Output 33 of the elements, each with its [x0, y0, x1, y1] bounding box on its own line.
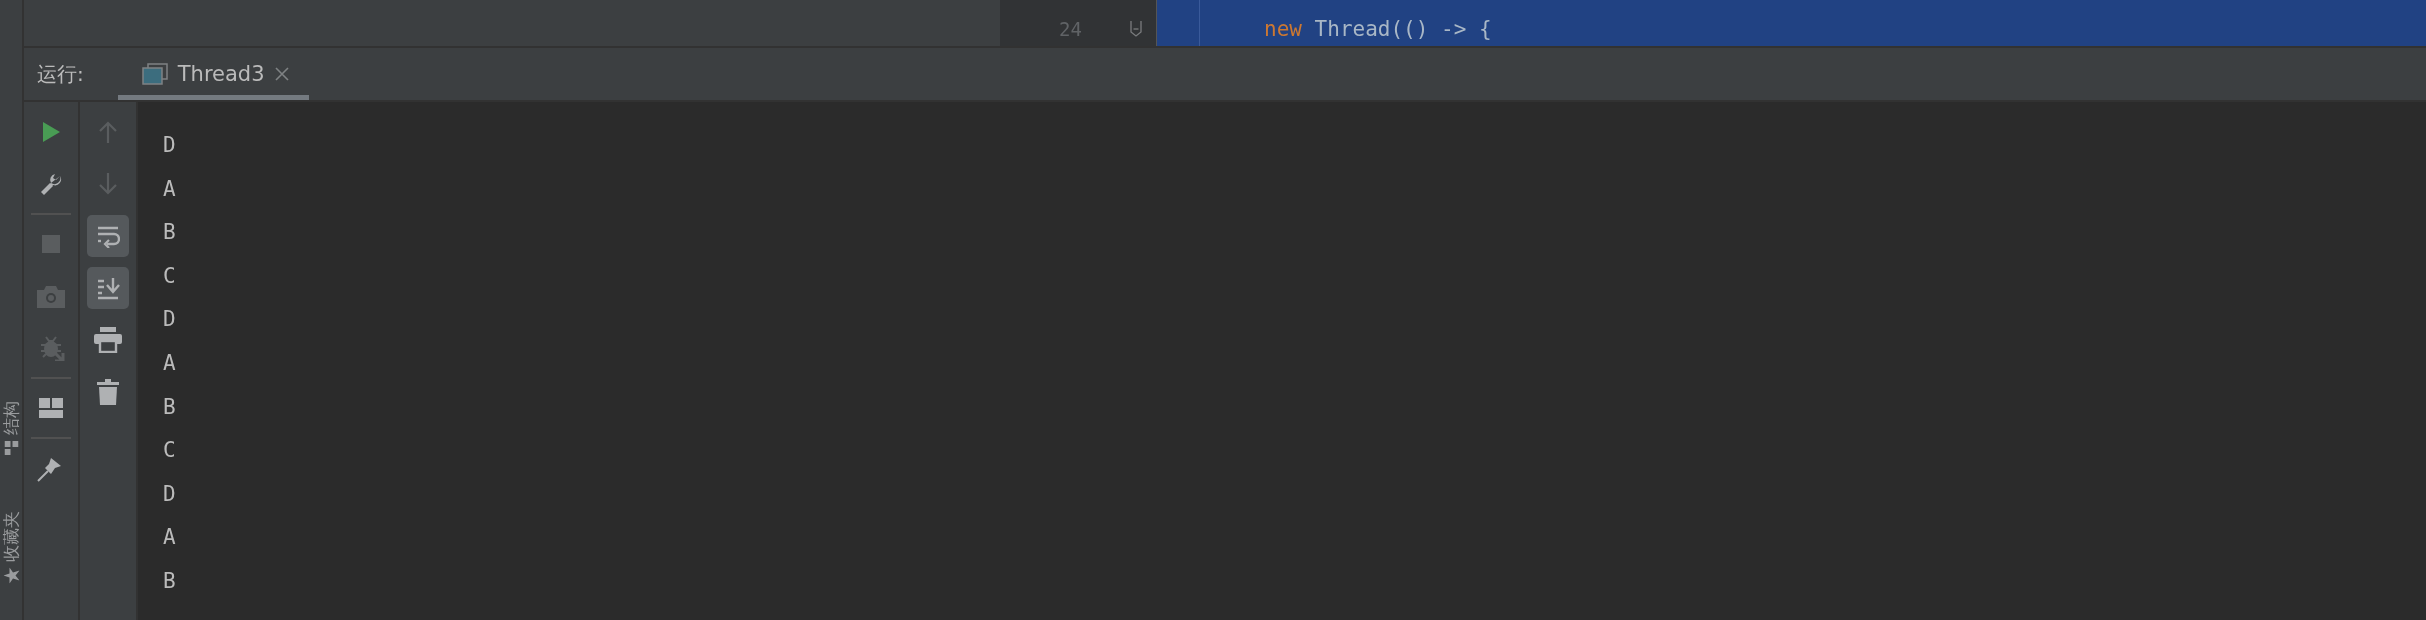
tool-window-tab[interactable]: 结构: [0, 400, 23, 435]
up-arrow-icon: [98, 121, 118, 143]
console-output-line: A: [163, 524, 176, 552]
structure-icon: [4, 440, 18, 455]
console-output-line: A: [163, 349, 176, 377]
console-output-line: B: [163, 393, 176, 421]
layout-icon: [39, 398, 63, 418]
scroll-to-end-button[interactable]: [87, 267, 129, 309]
console-output-line: D: [163, 132, 176, 159]
soft-wrap-button[interactable]: [87, 215, 129, 257]
star-icon: [3, 567, 19, 584]
camera-icon: [37, 284, 65, 308]
scroll-to-end-icon: [96, 276, 120, 300]
run-panel-title: 运行:: [37, 60, 84, 88]
console-output-line: D: [163, 306, 176, 334]
console-output-line: C: [163, 437, 176, 465]
down-arrow-icon: [98, 173, 118, 195]
code-line: new Thread(() -> {: [1264, 16, 1492, 42]
close-icon[interactable]: [274, 66, 289, 81]
play-icon: [40, 120, 62, 144]
console-output-line: B: [163, 219, 176, 247]
console-output-line: A: [163, 175, 176, 203]
console-output-line: C: [163, 262, 176, 290]
soft-wrap-icon: [96, 224, 120, 248]
tool-window-tab[interactable]: 收藏夹: [0, 510, 23, 562]
console-output-line: B: [163, 567, 176, 595]
printer-icon: [94, 327, 122, 353]
console-output-line: D: [163, 480, 176, 508]
trash-icon: [97, 379, 119, 405]
wrench-icon: [39, 172, 63, 196]
fold-marker-icon: [1130, 21, 1142, 37]
stop-icon: [40, 233, 62, 255]
console-window-icon: [141, 62, 168, 85]
